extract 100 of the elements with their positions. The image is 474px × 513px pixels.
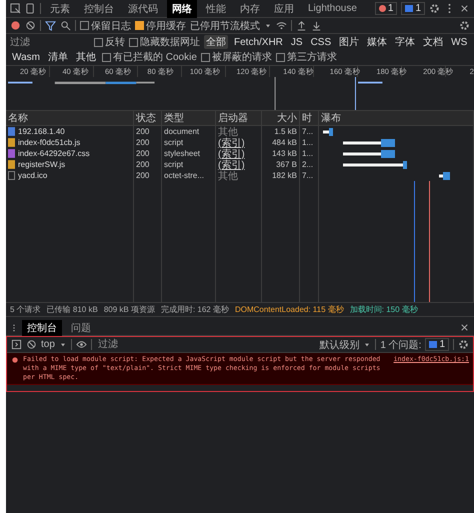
wifi-icon[interactable] <box>276 20 287 31</box>
column-header[interactable]: 瀑布 <box>319 111 474 125</box>
status-text: 加载时间: 150 毫秒 <box>350 304 418 315</box>
table-cell: 200 <box>134 148 162 159</box>
table-cell: 7... <box>300 170 319 181</box>
type-filter-button[interactable]: 图片 <box>337 35 362 49</box>
table-cell: 2... <box>300 159 319 170</box>
column-header[interactable]: 名称 <box>6 111 134 125</box>
type-filter-button[interactable]: 媒体 <box>365 35 390 49</box>
search-icon[interactable] <box>60 20 71 31</box>
type-filter-button[interactable]: 清单 <box>46 50 70 64</box>
waterfall-bar <box>439 172 450 180</box>
panel-tab[interactable]: 性能 <box>201 0 231 18</box>
status-text: 完成用时: 162 毫秒 <box>160 304 229 315</box>
table-cell: stylesheet <box>162 148 216 159</box>
issue-count-badge[interactable]: 1 <box>425 338 449 351</box>
table-cell: 182 kB <box>262 170 300 181</box>
table-cell: 1... <box>300 137 319 148</box>
settings-icon[interactable] <box>458 339 469 350</box>
type-filter-button[interactable]: JS <box>288 36 305 48</box>
log-level-dropdown[interactable]: 默认级别 <box>319 338 360 352</box>
initiator-link[interactable]: (索引) <box>216 148 262 159</box>
type-filter-button[interactable]: Fetch/XHR <box>232 36 285 48</box>
column-header[interactable]: 启动器 <box>216 111 262 125</box>
drawer-tab[interactable]: 控制台 <box>22 320 62 336</box>
panel-tab[interactable]: 控制台 <box>79 0 119 18</box>
column-header[interactable]: 状态 <box>134 111 162 125</box>
message-count-badge[interactable]: 1 <box>401 2 425 15</box>
record-icon[interactable] <box>10 20 21 31</box>
type-filter-button[interactable]: 字体 <box>393 35 418 49</box>
type-filter-button[interactable]: CSS <box>308 36 334 48</box>
drawer-tab[interactable]: 问题 <box>66 320 96 336</box>
request-name[interactable]: registerSW.js <box>6 159 134 170</box>
settings-icon[interactable] <box>459 20 470 31</box>
clear-icon[interactable] <box>26 339 37 350</box>
panel-tab[interactable]: 源代码 <box>123 0 163 18</box>
preserve-log-checkbox[interactable]: 保留日志 <box>80 18 131 32</box>
panel-tab[interactable]: 元素 <box>45 0 75 18</box>
column-header[interactable]: 时 <box>300 111 319 125</box>
type-filter-button[interactable]: 全部 <box>204 35 228 49</box>
download-icon[interactable] <box>311 20 322 31</box>
column-header[interactable]: 大小 <box>262 111 300 125</box>
filter-checkbox[interactable]: 第三方请求 <box>276 50 337 64</box>
caret-icon[interactable] <box>58 340 67 348</box>
request-name[interactable]: yacd.ico <box>6 170 134 181</box>
upload-icon[interactable] <box>296 20 307 31</box>
status-text: 5 个请求 <box>10 304 41 315</box>
table-cell: script <box>162 159 216 170</box>
panel-tab[interactable]: 应用 <box>269 0 299 18</box>
eye-icon[interactable] <box>76 339 87 350</box>
table-cell: 200 <box>134 126 162 137</box>
table-cell: 484 kB <box>262 137 300 148</box>
table-cell: 200 <box>134 170 162 181</box>
filter-checkbox[interactable]: 隐藏数据网址 <box>129 35 200 49</box>
type-filter-button[interactable]: Wasm <box>10 52 42 62</box>
type-filter-button[interactable]: 文档 <box>421 35 446 49</box>
initiator-link[interactable]: (索引) <box>216 137 262 148</box>
settings-icon[interactable] <box>429 3 440 14</box>
panel-tab[interactable]: Lighthouse <box>303 1 362 16</box>
disable-cache-checkbox[interactable]: 停用缓存 <box>135 18 186 32</box>
table-cell: 200 <box>134 137 162 148</box>
panel-tab[interactable]: 内存 <box>235 0 265 18</box>
clear-icon[interactable] <box>25 20 36 31</box>
status-text: 已传输 810 kB <box>46 304 98 315</box>
caret-icon[interactable] <box>264 22 272 30</box>
table-cell: 1... <box>300 148 319 159</box>
sidebar-icon[interactable] <box>11 339 22 350</box>
device-icon[interactable] <box>25 3 36 14</box>
filter-checkbox[interactable]: 有已拦截的 Cookie <box>102 50 197 64</box>
error-count-badge[interactable]: 1 <box>374 2 398 15</box>
close-icon[interactable] <box>459 3 470 14</box>
error-icon <box>11 356 19 364</box>
table-cell: 7... <box>300 126 319 137</box>
table-cell: octet-stre... <box>162 170 216 181</box>
status-text: 809 kB 项资源 <box>104 304 155 315</box>
table-cell: 200 <box>134 159 162 170</box>
status-text: DOMContentLoaded: 115 毫秒 <box>234 304 344 315</box>
panel-tab[interactable]: 网络 <box>167 0 197 18</box>
request-name[interactable]: 192.168.1.40 <box>6 126 134 137</box>
table-cell: document <box>162 126 216 137</box>
waterfall-bar <box>323 128 333 136</box>
table-cell: 其他 <box>216 126 262 137</box>
filter-checkbox[interactable]: 反转 <box>94 35 125 49</box>
issues-label: 1 个问题: <box>380 338 422 352</box>
close-icon[interactable] <box>459 322 470 333</box>
throttle-dropdown[interactable]: 已停用节流模式 <box>190 18 260 32</box>
inspect-icon[interactable] <box>10 3 21 14</box>
table-cell: 1.5 kB <box>262 126 300 137</box>
filter-checkbox[interactable]: 被屏蔽的请求 <box>200 50 272 64</box>
type-filter-button[interactable]: 其他 <box>74 50 98 64</box>
type-filter-button[interactable]: WS <box>449 36 470 48</box>
context-dropdown[interactable]: top <box>41 339 55 350</box>
caret-icon[interactable] <box>363 340 372 348</box>
column-header[interactable]: 类型 <box>162 111 216 125</box>
waterfall-bar <box>343 150 395 158</box>
filter-icon[interactable] <box>45 20 56 31</box>
initiator-link[interactable]: (索引) <box>216 159 262 170</box>
request-name[interactable]: index-64292e67.css <box>6 148 134 159</box>
table-cell: 143 kB <box>262 148 300 159</box>
request-name[interactable]: index-f0dc51cb.js <box>6 137 134 148</box>
